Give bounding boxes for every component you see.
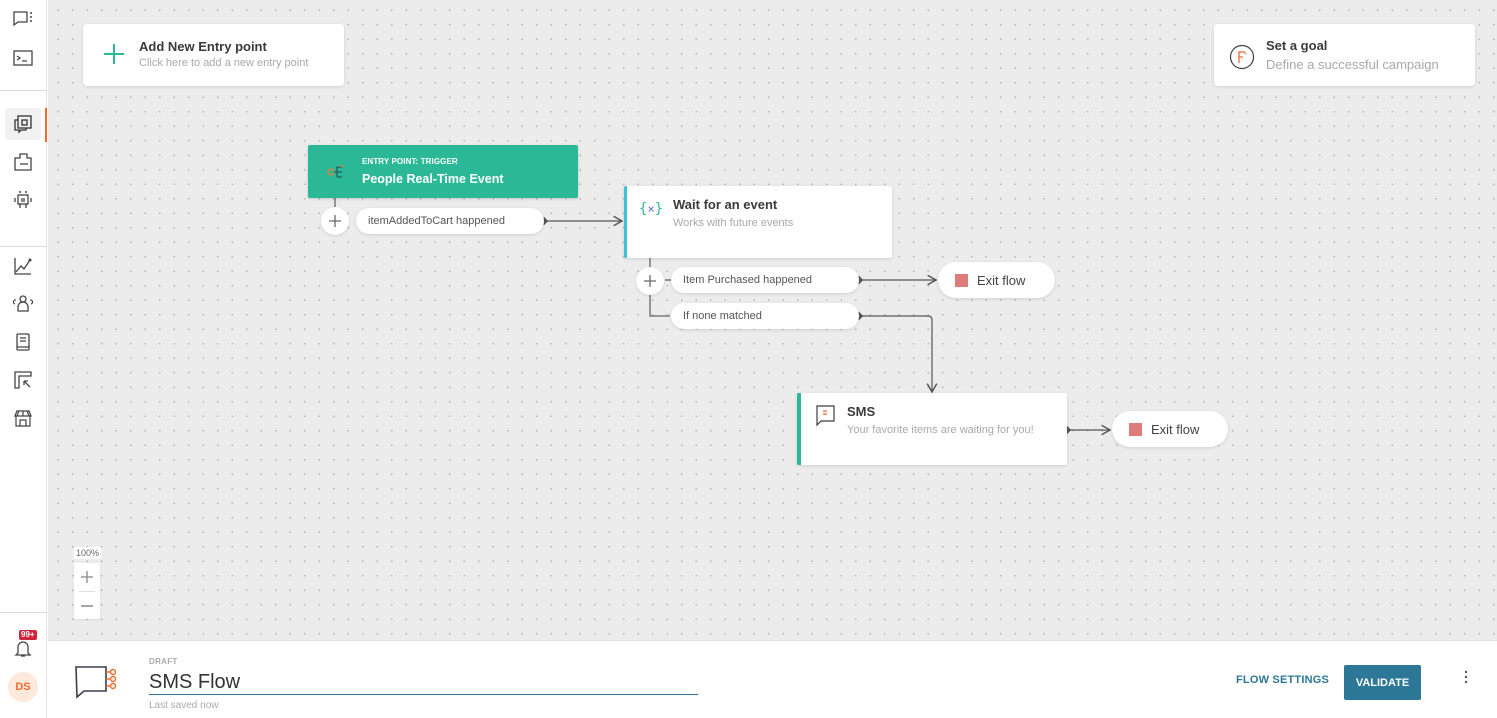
minus-icon	[81, 605, 93, 607]
sidebar: 99+ DS	[0, 0, 47, 718]
bottom-bar: DRAFT Last saved now FLOW SETTINGS VALID…	[48, 640, 1497, 718]
trigger-title: People Real-Time Event	[362, 172, 504, 186]
set-goal-card[interactable]: Set a goal Define a successful campaign	[1214, 24, 1475, 86]
add-entry-title: Add New Entry point	[139, 39, 267, 54]
entry-point-trigger-node[interactable]: ENTRY POINT: TRIGGER People Real-Time Ev…	[308, 145, 578, 198]
sms-flow-icon	[75, 666, 117, 699]
flow-settings-button[interactable]: FLOW SETTINGS	[1236, 674, 1329, 686]
plus-icon	[329, 215, 341, 227]
zoom-level: 100%	[74, 547, 102, 559]
active-indicator	[45, 108, 47, 142]
bot-icon[interactable]	[5, 184, 41, 216]
add-branch-button[interactable]	[321, 207, 349, 235]
plus-icon	[81, 571, 93, 583]
add-entry-subtitle: Click here to add a new entry point	[139, 57, 309, 69]
templates-icon[interactable]	[5, 146, 41, 178]
wait-for-event-node[interactable]: {×} Wait for an event Works with future …	[624, 186, 892, 258]
chat-menu-icon[interactable]	[5, 3, 41, 35]
add-entry-point-card[interactable]: Add New Entry point Click here to add a …	[83, 24, 344, 86]
plus-icon	[104, 44, 124, 64]
exit-label: Exit flow	[977, 272, 1026, 288]
people-icon[interactable]	[5, 288, 41, 320]
sms-title: SMS	[847, 404, 876, 419]
exit-label: Exit flow	[1151, 421, 1200, 437]
validate-button[interactable]: VALIDATE	[1344, 665, 1421, 700]
exit-square-icon	[955, 273, 968, 287]
wait-subtitle: Works with future events	[673, 217, 794, 229]
analytics-icon[interactable]	[5, 250, 41, 282]
last-saved-text: Last saved now	[149, 700, 219, 711]
avatar[interactable]: DS	[8, 672, 38, 702]
zoom-in-button[interactable]	[74, 563, 100, 591]
exit-square-icon	[1129, 422, 1142, 436]
sms-subtitle: Your favorite items are waiting for you!	[847, 424, 1034, 436]
goal-title: Set a goal	[1266, 38, 1328, 53]
terminal-icon[interactable]	[5, 42, 41, 74]
sidebar-divider	[0, 90, 47, 91]
plus-icon	[644, 275, 656, 287]
flow-name-input[interactable]	[149, 670, 698, 695]
more-options-icon[interactable]	[1458, 669, 1474, 690]
store-icon[interactable]	[5, 402, 41, 434]
zoom-out-button[interactable]	[74, 592, 100, 620]
exit-flow-node[interactable]: Exit flow	[938, 262, 1055, 298]
sidebar-divider	[0, 246, 47, 247]
branch-pill-item-purchased[interactable]: Item Purchased happened	[671, 267, 859, 293]
branch-pill-none-matched[interactable]: If none matched	[671, 303, 859, 329]
sms-message-icon	[816, 405, 835, 427]
status-label: DRAFT	[149, 657, 178, 666]
trigger-event-icon	[327, 165, 343, 178]
add-branch-button[interactable]	[636, 267, 664, 295]
exit-flow-node[interactable]: Exit flow	[1112, 411, 1228, 447]
goal-subtitle: Define a successful campaign	[1266, 57, 1439, 72]
trigger-branch-pill[interactable]: itemAddedToCart happened	[356, 208, 544, 234]
catalog-icon[interactable]	[5, 326, 41, 358]
notification-badge: 99+	[19, 630, 37, 640]
import-icon[interactable]	[5, 364, 41, 396]
sms-node[interactable]: SMS Your favorite items are waiting for …	[797, 393, 1067, 465]
flag-icon	[1229, 44, 1255, 70]
flow-canvas[interactable]: Add New Entry point Click here to add a …	[48, 0, 1497, 640]
trigger-label: ENTRY POINT: TRIGGER	[362, 157, 458, 166]
wait-title: Wait for an event	[673, 197, 778, 212]
none-matched-to-sms-connector	[860, 315, 938, 394]
zoom-controls	[74, 563, 100, 619]
sidebar-divider	[0, 612, 47, 613]
variable-icon: {×}	[639, 201, 664, 217]
journeys-icon[interactable]	[5, 108, 41, 140]
